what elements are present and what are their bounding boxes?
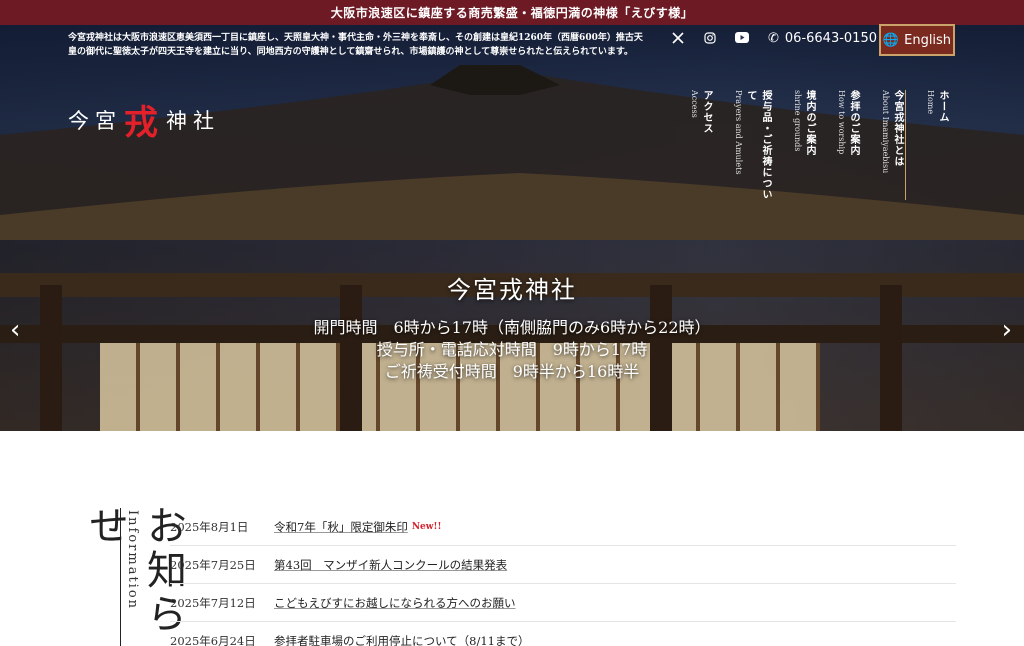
nav-sublabel: About Imamiyaebisu bbox=[881, 90, 890, 174]
announcement-bar: 大阪市浪速区に鎮座する商売繁盛・福徳円満の神様「えびす様」 bbox=[0, 0, 1024, 25]
news-link[interactable]: 参拝者駐車場のご利用停止について（8/11まで） bbox=[274, 633, 529, 646]
info-section-subtitle: Information bbox=[125, 510, 140, 611]
nav-sublabel: Home bbox=[926, 90, 935, 115]
nav-item-worship[interactable]: 参拝のご案内 How to worship bbox=[837, 90, 861, 200]
news-link[interactable]: こどもえびすにお越しになられる方へのお願い bbox=[274, 595, 516, 611]
nav-label: 今宮戎神社とは bbox=[892, 90, 903, 167]
slider-prev-icon[interactable]: ‹ bbox=[10, 315, 20, 345]
logo-text-post: 神社 bbox=[166, 108, 220, 133]
new-badge: New!! bbox=[411, 521, 442, 532]
youtube-icon[interactable] bbox=[735, 32, 749, 43]
phone-link[interactable]: ✆ 06-6643-0150 bbox=[768, 31, 877, 46]
hero-title: 今宮戎神社 bbox=[447, 276, 577, 304]
slider-next-icon[interactable]: › bbox=[1002, 315, 1012, 345]
news-date: 2025年6月24日 bbox=[170, 633, 256, 646]
nav-sublabel: shrine grounds bbox=[793, 90, 802, 152]
nav-item-about[interactable]: 今宮戎神社とは About Imamiyaebisu bbox=[881, 90, 906, 200]
hero-hours-line: ご祈祷受付時間 9時半から16時半 bbox=[384, 362, 640, 381]
news-date: 2025年7月25日 bbox=[170, 557, 256, 572]
hero-hours-line: 開門時間 6時から17時（南側脇門のみ6時から22時） bbox=[313, 318, 711, 337]
news-item: 2025年7月25日 第43回 マンザイ新人コンクールの結果発表 bbox=[170, 546, 956, 584]
nav-sublabel: Access bbox=[690, 90, 699, 118]
nav-item-access[interactable]: アクセス Access bbox=[690, 90, 714, 200]
logo-text-pre: 今宮 bbox=[68, 108, 122, 133]
x-icon[interactable] bbox=[672, 32, 684, 44]
news-item: 2025年6月24日 参拝者駐車場のご利用停止について（8/11まで） bbox=[170, 622, 956, 646]
nav-item-prayers[interactable]: 授与品・ご祈祷について Prayers and Amulets bbox=[734, 90, 773, 200]
news-list: 2025年8月1日 令和7年「秋」限定御朱印 New!! 2025年7月25日 … bbox=[170, 508, 956, 646]
phone-number: 06-6643-0150 bbox=[784, 31, 877, 46]
news-link[interactable]: 令和7年「秋」限定御朱印 bbox=[274, 519, 408, 535]
info-divider bbox=[120, 508, 121, 646]
news-date: 2025年7月12日 bbox=[170, 595, 256, 610]
hero-caption: 今宮戎神社 開門時間 6時から17時（南側脇門のみ6時から22時） 授与所・電話… bbox=[0, 270, 1024, 383]
hero-hours-line: 授与所・電話応対時間 9時から17時 bbox=[376, 340, 648, 359]
nav-sublabel: Prayers and Amulets bbox=[734, 90, 743, 175]
announcement-text: 大阪市浪速区に鎮座する商売繁盛・福徳円満の神様「えびす様」 bbox=[330, 6, 694, 20]
english-button[interactable]: 🌐 English bbox=[879, 24, 955, 56]
nav-sublabel: How to worship bbox=[837, 90, 846, 155]
instagram-icon[interactable] bbox=[704, 32, 716, 44]
main-nav: ホーム Home 今宮戎神社とは About Imamiyaebisu 参拝のご… bbox=[690, 90, 950, 200]
site-logo[interactable]: 今宮 戎 神社 bbox=[68, 95, 220, 144]
news-date: 2025年8月1日 bbox=[170, 519, 249, 534]
nav-label: アクセス bbox=[701, 90, 712, 134]
news-link[interactable]: 第43回 マンザイ新人コンクールの結果発表 bbox=[274, 557, 507, 573]
nav-label: 参拝のご案内 bbox=[848, 90, 859, 156]
nav-label: 境内のご案内 bbox=[804, 90, 815, 156]
phone-icon: ✆ bbox=[768, 31, 779, 46]
hero-banner: 今宮戎神社 開門時間 6時から17時（南側脇門のみ6時から22時） 授与所・電話… bbox=[0, 25, 1024, 431]
nav-item-grounds[interactable]: 境内のご案内 shrine grounds bbox=[793, 90, 817, 200]
news-item: 2025年7月12日 こどもえびすにお越しになられる方へのお願い bbox=[170, 584, 956, 622]
globe-icon: 🌐 bbox=[882, 32, 900, 48]
nav-label: ホーム bbox=[937, 90, 948, 123]
english-label: English bbox=[904, 32, 952, 48]
nav-label: 授与品・ご祈祷について bbox=[745, 90, 771, 200]
nav-item-home[interactable]: ホーム Home bbox=[926, 90, 950, 200]
logo-mark: 戎 bbox=[124, 103, 164, 143]
shrine-intro-text: 今宮戎神社は大阪市浪速区恵美須西一丁目に鎮座し、天照皇大神・事代主命・外三神を奉… bbox=[68, 33, 643, 57]
news-item: 2025年8月1日 令和7年「秋」限定御朱印 New!! bbox=[170, 508, 956, 546]
